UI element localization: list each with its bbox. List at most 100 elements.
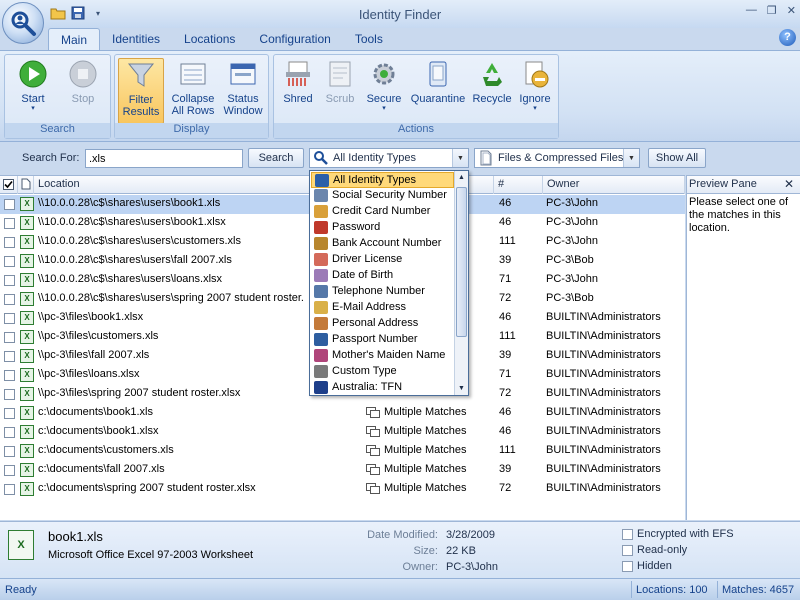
identity-type-dropdown-icon[interactable]: ▼ [452, 149, 468, 167]
file-type-select[interactable]: Files & Compressed Files ▼ [474, 148, 640, 168]
ribbon-group-display: Filter Results Collapse All Rows Status … [114, 54, 269, 139]
readonly-checkbox[interactable]: Read-only [622, 544, 687, 556]
count-cell: 72 [499, 387, 512, 399]
excel-file-icon: X [20, 216, 34, 230]
dropdown-item[interactable]: Date of Birth [311, 268, 454, 284]
count-cell: 111 [499, 330, 516, 342]
dropdown-item[interactable]: Australia: TFN [311, 380, 454, 395]
close-icon[interactable]: ✕ [784, 176, 794, 193]
header-select-all[interactable] [0, 176, 18, 194]
row-checkbox[interactable] [4, 465, 15, 476]
search-input[interactable] [85, 149, 243, 168]
dropdown-item[interactable]: Custom Type [311, 364, 454, 380]
show-all-button[interactable]: Show All [648, 148, 706, 168]
row-checkbox[interactable] [4, 199, 15, 210]
size-value: 22 KB [446, 545, 476, 557]
owner-cell: PC-3\Bob [546, 292, 594, 304]
search-button[interactable]: Search [248, 148, 304, 168]
table-row[interactable]: Xc:\documents\fall 2007.xls Multiple Matc… [0, 461, 685, 480]
shred-button[interactable]: Shred [278, 58, 318, 124]
hidden-checkbox[interactable]: Hidden [622, 560, 672, 572]
scrub-button[interactable]: Scrub [320, 58, 360, 124]
row-checkbox[interactable] [4, 389, 15, 400]
row-checkbox[interactable] [4, 408, 15, 419]
dropdown-item[interactable]: E-Mail Address [311, 300, 454, 316]
tab-locations[interactable]: Locations [172, 28, 247, 50]
help-icon[interactable]: ? [779, 29, 796, 46]
app-menu-button[interactable] [2, 2, 44, 44]
table-row[interactable]: Xc:\documents\customers.xls Multiple Matc… [0, 442, 685, 461]
table-row[interactable]: Xc:\documents\spring 2007 student roster… [0, 480, 685, 499]
dropdown-item[interactable]: Mother's Maiden Name [311, 348, 454, 364]
row-checkbox[interactable] [4, 218, 15, 229]
count-cell: 71 [499, 273, 512, 285]
quarantine-button[interactable]: Quarantine [408, 58, 468, 124]
row-checkbox[interactable] [4, 351, 15, 362]
row-checkbox[interactable] [4, 370, 15, 381]
tab-configuration[interactable]: Configuration [247, 28, 342, 50]
location-cell: c:\documents\book1.xlsx [38, 425, 159, 437]
preview-pane-text: Please select one of the matches in this… [689, 196, 789, 234]
dropdown-item-label: Date of Birth [332, 269, 394, 281]
stop-button[interactable]: Stop [61, 58, 105, 124]
dropdown-item[interactable]: All Identity Types [311, 172, 454, 188]
dropdown-item[interactable]: Telephone Number [311, 284, 454, 300]
row-checkbox[interactable] [4, 256, 15, 267]
row-checkbox[interactable] [4, 484, 15, 495]
dropdown-item-label: E-Mail Address [332, 301, 406, 313]
dropdown-item[interactable]: Credit Card Number [311, 204, 454, 220]
owner-cell: BUILTIN\Administrators [546, 444, 661, 456]
dropdown-item[interactable]: Bank Account Number [311, 236, 454, 252]
dropdown-item[interactable]: Passport Number [311, 332, 454, 348]
row-checkbox[interactable] [4, 427, 15, 438]
row-checkbox[interactable] [4, 237, 15, 248]
encrypted-efs-checkbox[interactable]: Encrypted with EFS [622, 528, 734, 540]
filter-label-1: Filter [128, 94, 154, 106]
dropdown-item[interactable]: Personal Address [311, 316, 454, 332]
status-window-label-2: Window [223, 105, 263, 117]
owner-cell: BUILTIN\Administrators [546, 349, 661, 361]
close-icon[interactable]: ✕ [787, 4, 796, 17]
row-checkbox[interactable] [4, 294, 15, 305]
file-type-dropdown-icon[interactable]: ▼ [623, 149, 639, 167]
excel-file-icon: X [8, 530, 34, 560]
row-checkbox[interactable] [4, 313, 15, 324]
row-checkbox[interactable] [4, 275, 15, 286]
tab-identities[interactable]: Identities [100, 28, 172, 50]
secure-button[interactable]: Secure ▾ [362, 58, 406, 124]
scroll-down-icon[interactable]: ▼ [455, 382, 468, 395]
identity-type-select[interactable]: All Identity Types ▼ [309, 148, 469, 168]
row-checkbox[interactable] [4, 446, 15, 457]
magnifier-icon [314, 151, 328, 165]
file-type-value: Files & Compressed Files [498, 152, 624, 164]
restore-icon[interactable]: ❐ [767, 4, 777, 17]
collapse-all-rows-button[interactable]: Collapse All Rows [168, 58, 218, 124]
address-icon [314, 317, 328, 330]
status-window-button[interactable]: Status Window [220, 58, 266, 124]
details-file-name: book1.xls [48, 529, 103, 544]
dropdown-item[interactable]: Password [311, 220, 454, 236]
recycle-button[interactable]: Recycle [471, 58, 513, 124]
header-count[interactable]: # [494, 176, 543, 194]
table-row[interactable]: Xc:\documents\book1.xlsx Multiple Matches… [0, 423, 685, 442]
group-title-display: Display [115, 123, 268, 138]
dropdown-scrollbar[interactable]: ▲ ▼ [454, 171, 468, 395]
filter-results-button[interactable]: Filter Results [118, 58, 164, 124]
header-type[interactable] [18, 176, 34, 194]
dropdown-item[interactable]: Social Security Number [311, 188, 454, 204]
table-row[interactable]: Xc:\documents\book1.xls Multiple Matches 4… [0, 404, 685, 423]
start-button[interactable]: Start ▾ [9, 58, 57, 124]
multiple-matches-icon [366, 483, 381, 498]
row-checkbox[interactable] [4, 332, 15, 343]
owner-label: Owner: [402, 561, 438, 573]
scrub-icon [329, 61, 351, 87]
scrollbar-thumb[interactable] [456, 187, 467, 337]
tab-main[interactable]: Main [48, 28, 101, 50]
minimize-icon[interactable]: — [746, 4, 757, 17]
scroll-up-icon[interactable]: ▲ [455, 171, 468, 184]
tab-tools[interactable]: Tools [343, 28, 395, 50]
count-cell: 46 [499, 406, 512, 418]
ignore-button[interactable]: Ignore ▾ [514, 58, 556, 124]
dropdown-item[interactable]: Driver License [311, 252, 454, 268]
header-owner[interactable]: Owner [543, 176, 685, 194]
